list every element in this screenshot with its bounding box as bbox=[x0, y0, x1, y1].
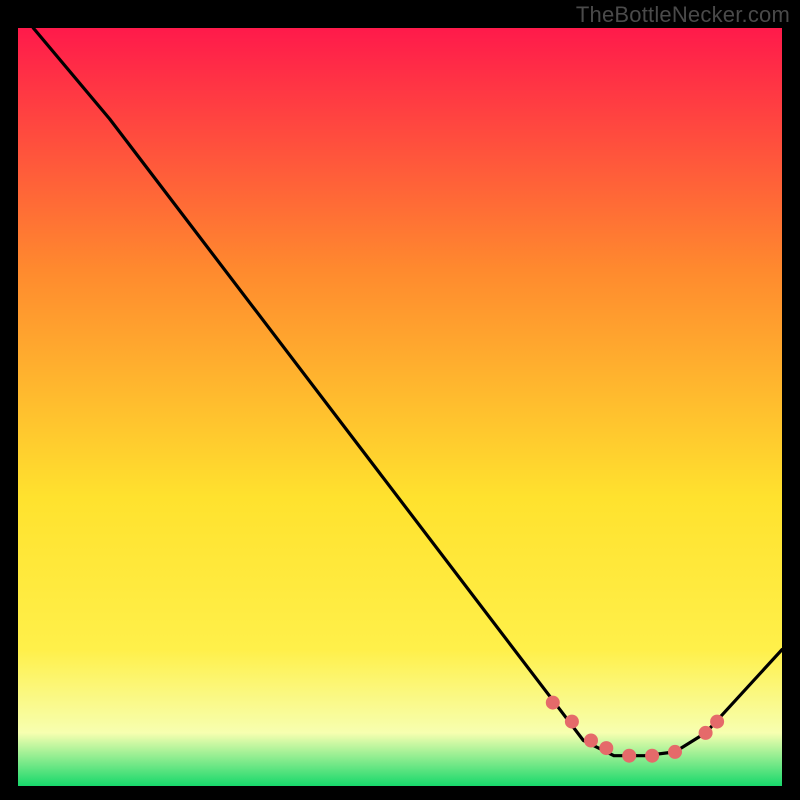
curve-marker bbox=[599, 741, 613, 755]
attribution-text: TheBottleNecker.com bbox=[576, 2, 790, 28]
curve-marker bbox=[710, 715, 724, 729]
bottleneck-chart bbox=[18, 28, 782, 786]
curve-marker bbox=[699, 726, 713, 740]
curve-marker bbox=[668, 745, 682, 759]
curve-marker bbox=[622, 749, 636, 763]
curve-marker bbox=[584, 734, 598, 748]
chart-frame: TheBottleNecker.com bbox=[0, 0, 800, 800]
curve-marker bbox=[645, 749, 659, 763]
curve-marker bbox=[565, 715, 579, 729]
curve-marker bbox=[546, 696, 560, 710]
chart-gradient-background bbox=[18, 28, 782, 786]
